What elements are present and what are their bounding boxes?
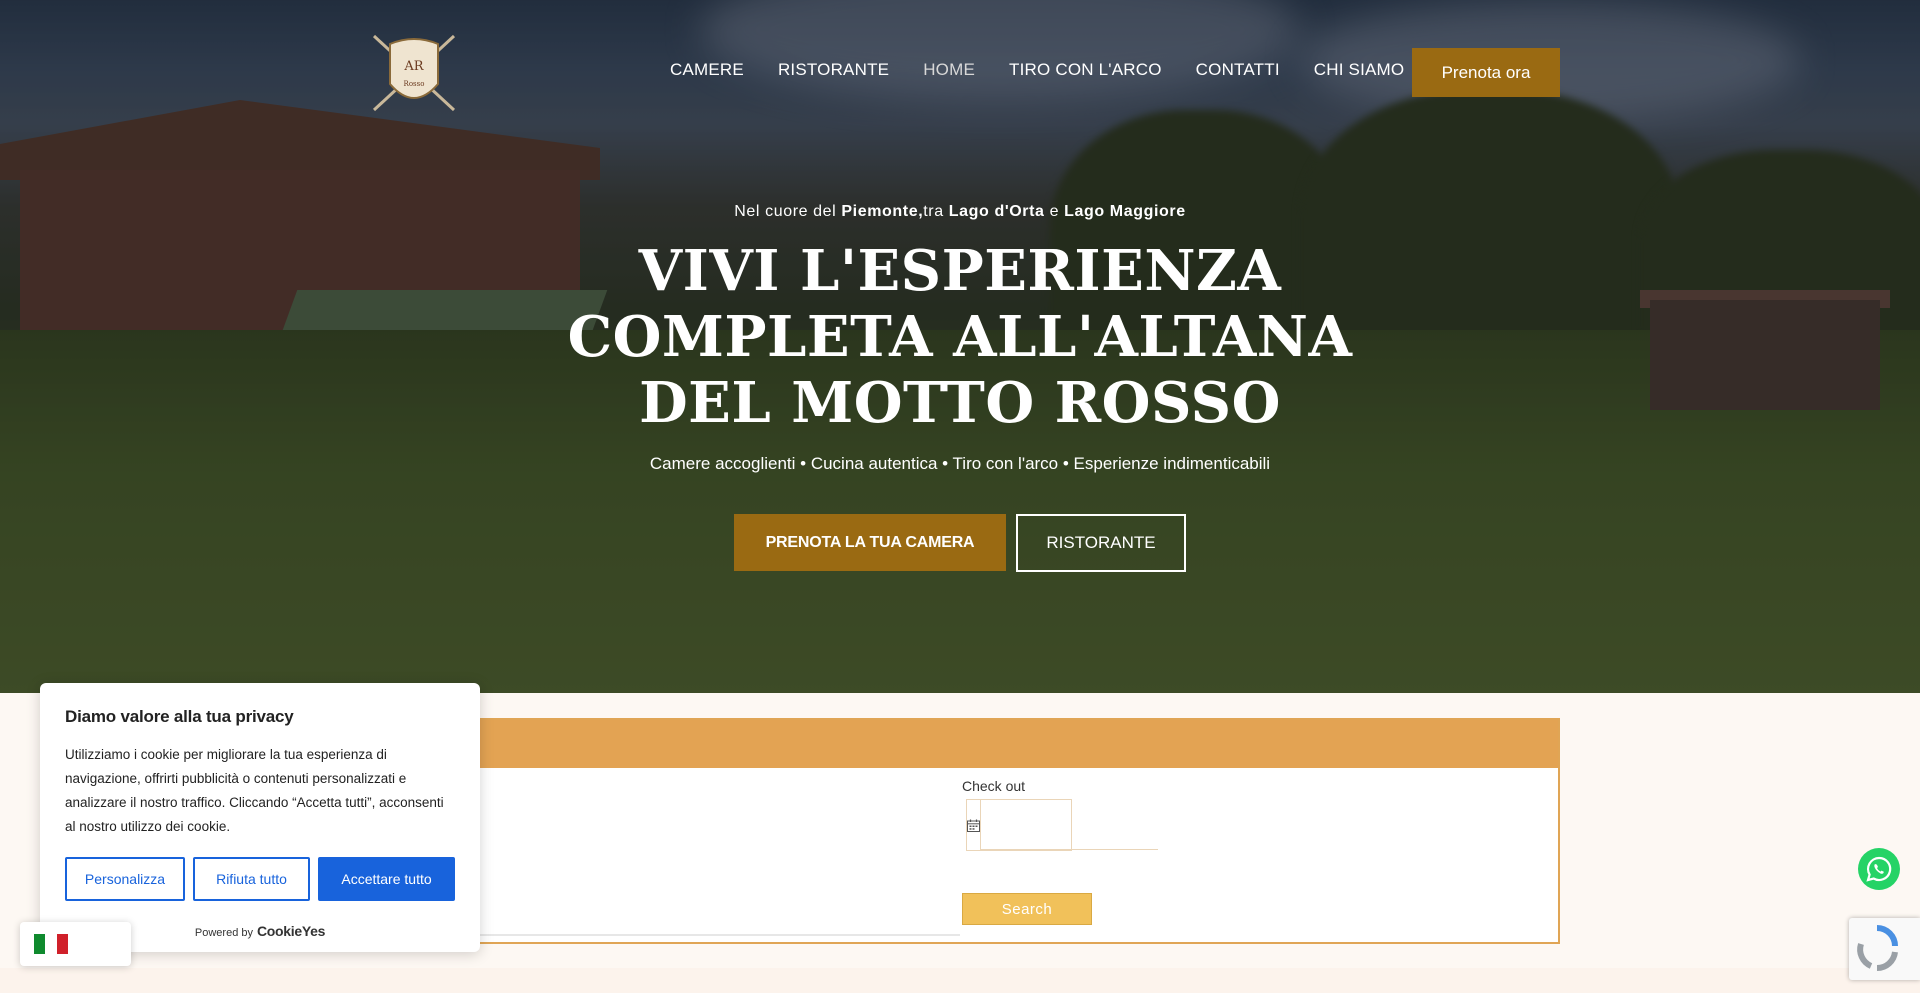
checkout-date-field[interactable] [966, 799, 1158, 851]
page-bottom-strip [0, 968, 1920, 993]
cookie-title: Diamo valore alla tua privacy [65, 707, 294, 726]
tagline-text: Nel cuore del [734, 203, 842, 220]
checkout-label: Check out [962, 778, 1026, 794]
italy-flag-icon[interactable] [34, 934, 68, 954]
cookie-buttons: Personalizza Rifiuta tutto Accettare tut… [65, 857, 455, 901]
reject-all-button[interactable]: Rifiuta tutto [193, 857, 310, 901]
search-button[interactable]: Search [962, 893, 1092, 925]
calendar-icon[interactable] [967, 800, 981, 850]
nav-item-ristorante[interactable]: RISTORANTE [778, 60, 889, 80]
svg-text:AR: AR [403, 59, 424, 74]
recaptcha-icon[interactable] [1849, 918, 1920, 980]
language-selector[interactable] [20, 922, 131, 966]
nav-item-home[interactable]: HOME [923, 60, 975, 80]
book-room-button[interactable]: PRENOTA LA TUA CAMERA [734, 514, 1006, 571]
site-logo[interactable]: AR Rosso [366, 30, 462, 114]
booking-header: ng [432, 720, 1558, 768]
powered-by-label: Powered by [194, 927, 253, 939]
restaurant-button[interactable]: RISTORANTE [1016, 514, 1186, 572]
nav-item-chi-siamo[interactable]: CHI SIAMO [1314, 60, 1405, 80]
tagline-lago-maggiore: Lago Maggiore [1064, 203, 1186, 220]
tagline-text: tra [923, 203, 949, 220]
cookieyes-logo[interactable]: CookieYes [257, 923, 325, 939]
customize-button[interactable]: Personalizza [65, 857, 185, 901]
nav-item-camere[interactable]: CAMERE [670, 60, 744, 80]
book-now-button[interactable]: Prenota ora [1412, 48, 1560, 97]
accept-all-button[interactable]: Accettare tutto [318, 857, 455, 901]
tagline-text: e [1044, 203, 1065, 220]
hero-subline: Camere accoglienti • Cucina autentica • … [649, 454, 1271, 473]
whatsapp-icon[interactable] [1858, 848, 1900, 890]
booking-widget: ng Check out Search [430, 718, 1560, 944]
tagline-piemonte: Piemonte, [841, 203, 924, 220]
main-nav: CAMERE RISTORANTE HOME TIRO CON L'ARCO C… [670, 60, 1404, 80]
hero-headline: VIVI L'ESPERIENZA COMPLETA ALL'ALTANA DE… [567, 238, 1353, 436]
cookie-text: Utilizziamo i cookie per migliorare la t… [65, 747, 444, 834]
nav-item-tiro-con-l-arco[interactable]: TIRO CON L'ARCO [1009, 60, 1162, 80]
checkout-input[interactable] [981, 800, 1158, 850]
nav-item-contatti[interactable]: CONTATTI [1196, 60, 1280, 80]
tagline-lago-orta: Lago d'Orta [948, 203, 1045, 220]
divider [470, 934, 960, 936]
hero-tagline: Nel cuore del Piemonte,tra Lago d'Orta e… [0, 203, 1920, 221]
svg-text:Rosso: Rosso [404, 80, 425, 88]
cookie-banner: Diamo valore alla tua privacy Utilizziam… [40, 683, 480, 952]
